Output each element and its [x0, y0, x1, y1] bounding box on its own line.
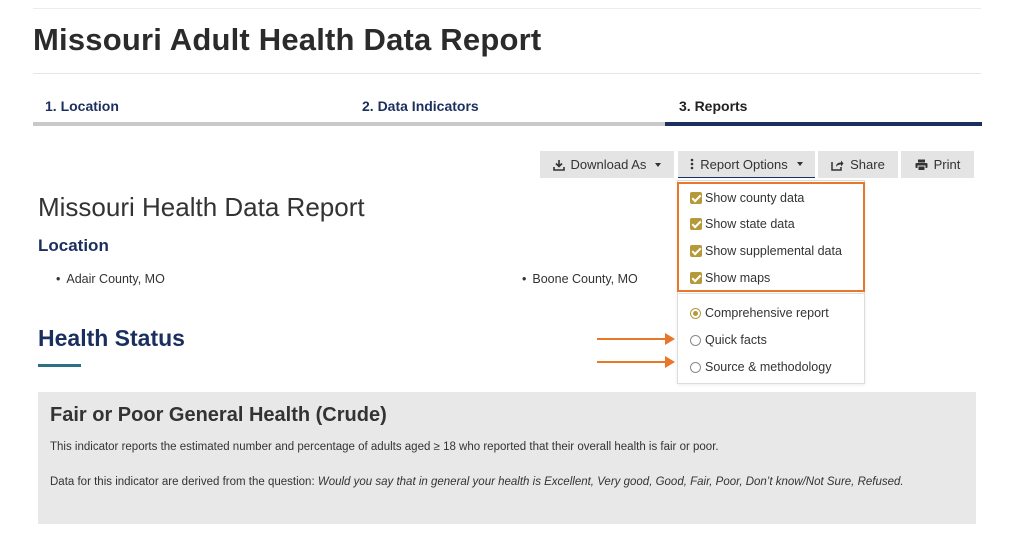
top-divider — [33, 8, 981, 9]
show-supplemental-data-checkbox[interactable]: Show supplemental data — [690, 242, 842, 260]
print-label: Print — [933, 157, 961, 172]
step-reports-label: 3. Reports — [679, 98, 748, 114]
source-methodology-label: Source & methodology — [705, 360, 832, 374]
section-heading: Health Status — [38, 325, 185, 351]
section-underline — [38, 364, 81, 367]
location-item: Adair County, MO — [56, 272, 164, 286]
indicator-panel: Fair or Poor General Health (Crude) This… — [38, 392, 976, 524]
step-location-bar — [33, 122, 349, 126]
print-button[interactable]: Print — [901, 151, 974, 178]
share-icon — [831, 160, 844, 171]
checkbox-checked-icon — [690, 272, 702, 284]
share-button[interactable]: Share — [818, 151, 898, 178]
show-supplemental-data-label: Show supplemental data — [705, 244, 842, 258]
report-options-button[interactable]: Report Options — [678, 151, 815, 178]
comprehensive-report-radio[interactable]: Comprehensive report — [690, 304, 829, 322]
comprehensive-report-label: Comprehensive report — [705, 306, 829, 320]
quick-facts-radio[interactable]: Quick facts — [690, 331, 767, 349]
show-county-data-label: Show county data — [705, 191, 805, 205]
show-maps-checkbox[interactable]: Show maps — [690, 269, 770, 287]
chevron-down-icon — [796, 162, 803, 166]
page-title: Missouri Adult Health Data Report — [33, 22, 542, 57]
show-state-data-checkbox[interactable]: Show state data — [690, 215, 795, 233]
show-county-data-checkbox[interactable]: Show county data — [690, 189, 804, 207]
step-data-indicators-label: 2. Data Indicators — [362, 98, 479, 114]
show-maps-label: Show maps — [705, 271, 771, 285]
source-methodology-radio[interactable]: Source & methodology — [690, 358, 831, 376]
location-heading: Location — [38, 236, 109, 255]
indicator-question-text: Would you say that in general your healt… — [317, 476, 904, 488]
step-location-label: 1. Location — [45, 98, 119, 114]
step-reports-bar — [665, 122, 982, 126]
report-options-label: Report Options — [700, 156, 788, 172]
download-as-button[interactable]: Download As — [540, 151, 674, 178]
step-data-indicators[interactable]: 2. Data Indicators — [349, 90, 665, 126]
download-icon — [552, 159, 565, 171]
download-as-label: Download As — [570, 157, 647, 172]
indicator-title: Fair or Poor General Health (Crude) — [50, 404, 387, 426]
indicator-question-prefix: Data for this indicator are derived from… — [50, 476, 318, 488]
quick-facts-label: Quick facts — [705, 333, 767, 347]
report-title: Missouri Health Data Report — [38, 192, 365, 222]
checkbox-checked-icon — [690, 218, 702, 230]
checkbox-checked-icon — [690, 245, 702, 257]
title-divider — [33, 73, 981, 74]
indicator-question: Data for this indicator are derived from… — [50, 474, 960, 491]
indicator-description: This indicator reports the estimated num… — [50, 441, 719, 453]
chevron-down-icon — [655, 162, 662, 167]
radio-unselected-icon — [690, 334, 701, 346]
step-reports[interactable]: 3. Reports — [665, 90, 982, 126]
show-state-data-label: Show state data — [705, 217, 795, 231]
report-steps: 1. Location 2. Data Indicators 3. Report… — [33, 90, 982, 126]
location-item: Boone County, MO — [522, 272, 637, 286]
share-label: Share — [850, 157, 885, 172]
printer-icon — [915, 159, 928, 171]
step-data-indicators-bar — [349, 122, 665, 126]
vertical-dots-icon — [690, 158, 694, 170]
arrow-right-icon — [597, 333, 675, 345]
radio-unselected-icon — [690, 361, 701, 373]
step-location[interactable]: 1. Location — [33, 90, 349, 126]
checkbox-checked-icon — [690, 192, 702, 204]
radio-selected-icon — [690, 307, 701, 319]
arrow-right-icon — [597, 356, 675, 368]
menu-divider — [678, 293, 864, 294]
